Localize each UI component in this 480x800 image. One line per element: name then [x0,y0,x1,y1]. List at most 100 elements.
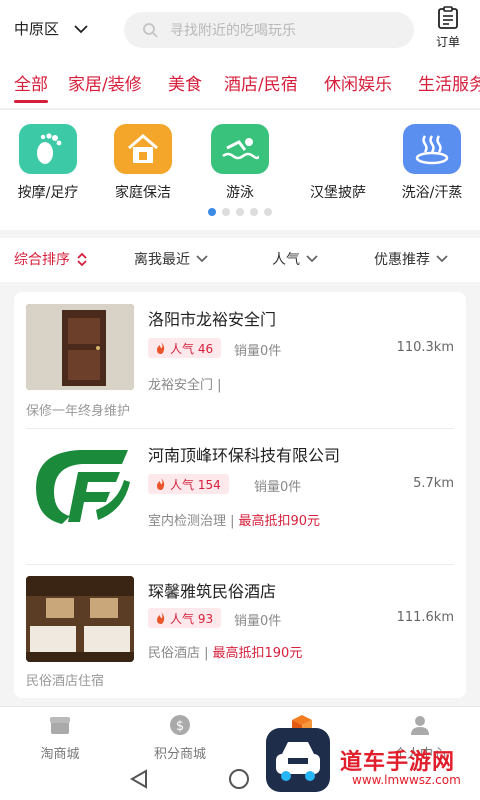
merchant-thumbnail [26,576,134,662]
filter-popularity[interactable]: 人气 [272,249,318,269]
service-massage[interactable]: 按摩/足疗 [3,124,93,202]
chevron-down-icon [436,255,448,263]
popularity-text: 人气 154 [170,477,221,492]
filter-nearest[interactable]: 离我最近 [134,249,208,269]
company-logo [26,440,134,526]
service-label: 游泳 [226,185,254,201]
popularity-badge: 人气 93 [148,608,222,628]
page-dot-active [208,208,216,216]
store-icon [50,717,70,734]
divider [26,428,454,429]
tab-all[interactable]: 全部 [14,70,48,103]
discount-highlight: 最高抵扣190元 [212,646,303,661]
location-label: 中原区 [14,20,60,38]
order-list-icon [438,6,458,29]
merchant-tag: 室内检测治理 | 最高抵扣90元 [148,510,320,529]
flame-icon [157,612,165,624]
swimmer-icon [211,124,269,174]
category-tabs: 全部 家居/装修 美食 酒店/民宿 休闲娱乐 生活服务 [0,60,480,110]
location-selector[interactable]: 中原区 [14,18,89,39]
service-bath[interactable]: 洗浴/汗蒸 [387,124,477,202]
page-dot [222,208,230,216]
watermark-url: www.lmwwsz.com [352,773,461,787]
distance: 110.3km [396,340,454,355]
tag-text: 民俗酒店 | [148,646,209,661]
tab-hotel[interactable]: 酒店/民宿 [224,70,298,95]
service-grid: 按摩/足疗 家庭保洁 游泳 汉堡披萨 洗浴/汗蒸 [0,110,480,230]
search-icon [143,23,158,38]
page-indicator [0,208,480,216]
user-icon [411,716,429,735]
tab-taobao-mall[interactable]: 淘商城 [20,713,100,762]
sales-count: 销量0件 [254,480,302,495]
home-icon[interactable] [228,768,250,790]
service-label: 洗浴/汗蒸 [401,185,463,201]
coin-icon: $ [170,715,190,735]
order-button[interactable]: 订单 [430,6,466,54]
filter-label: 离我最近 [134,252,190,268]
list-item[interactable]: 洛阳市龙裕安全门 人气 46 销量0件 110.3km 龙裕安全门 | 保修一年… [14,292,466,426]
service-label: 按摩/足疗 [17,185,79,201]
service-burger[interactable]: 汉堡披萨 [293,124,383,202]
merchant-title: 琛馨雅筑民俗酒店 [148,582,277,601]
popularity-text: 人气 93 [170,611,214,626]
page-dot [250,208,258,216]
merchant-desc: 保修一年终身维护 [26,404,131,419]
popularity-badge: 人气 46 [148,338,222,358]
tag-text: 室内检测治理 | [148,514,235,529]
distance: 5.7km [413,476,454,491]
divider [26,564,454,565]
burger-icon [309,124,367,174]
page-dot [264,208,272,216]
merchant-tag: 龙裕安全门 | [148,374,222,393]
merchant-list: 洛阳市龙裕安全门 人气 46 销量0件 110.3km 龙裕安全门 | 保修一年… [14,292,466,698]
svg-text:$: $ [176,719,184,734]
merchant-thumbnail [26,440,134,526]
filter-label: 优惠推荐 [374,252,430,268]
service-cleaning[interactable]: 家庭保洁 [98,124,188,202]
merchant-tag: 民俗酒店 | 最高抵扣190元 [148,642,302,661]
list-item[interactable]: 琛馨雅筑民俗酒店 人气 93 销量0件 111.6km 民俗酒店 | 最高抵扣19… [14,566,466,698]
flame-icon [157,478,165,490]
popularity-badge: 人气 154 [148,474,229,494]
chevron-down-icon [196,255,208,263]
list-item[interactable]: 河南顶峰环保科技有限公司 人气 154 销量0件 5.7km 室内检测治理 | 最… [14,430,466,564]
merchant-title: 洛阳市龙裕安全门 [148,310,277,329]
top-header: 中原区 寻找附近的吃喝玩乐 订单 [0,0,480,60]
merchant-desc: 民俗酒店住宿 [26,674,105,689]
watermark-logo [266,728,330,792]
sales-count: 销量0件 [234,614,282,629]
page-dot [236,208,244,216]
filter-label: 人气 [272,252,300,268]
tab-food[interactable]: 美食 [168,70,202,95]
tab-leisure[interactable]: 休闲娱乐 [324,70,392,95]
search-input[interactable]: 寻找附近的吃喝玩乐 [124,12,414,48]
back-icon[interactable] [128,768,150,790]
order-label: 订单 [435,35,460,49]
discount-highlight: 最高抵扣90元 [238,514,321,529]
footprint-icon [19,124,77,174]
service-label: 汉堡披萨 [310,185,366,201]
tag-text: 龙裕安全门 | [148,378,222,393]
filter-sort-default[interactable]: 综合排序 [14,249,88,269]
sort-arrows-icon [77,252,87,266]
flame-icon [157,342,165,354]
tab-life-service[interactable]: 生活服务 [418,70,480,95]
filter-discount[interactable]: 优惠推荐 [374,249,448,269]
house-icon [114,124,172,174]
filter-bar: 综合排序 离我最近 人气 优惠推荐 [0,230,480,282]
chevron-down-icon [306,255,318,263]
tab-points-mall[interactable]: $ 积分商城 [140,713,220,762]
hot-spring-icon [403,124,461,174]
tab-home-decoration[interactable]: 家居/装修 [68,70,142,95]
merchant-thumbnail [26,304,134,390]
distance: 111.6km [396,610,454,625]
service-label: 家庭保洁 [115,185,171,201]
filter-label: 综合排序 [14,252,70,268]
watermark-text: 道车手游网 [340,750,456,775]
sales-count: 销量0件 [234,344,282,359]
chevron-down-icon [74,24,88,33]
popularity-text: 人气 46 [170,341,214,356]
search-placeholder: 寻找附近的吃喝玩乐 [170,23,296,39]
service-swimming[interactable]: 游泳 [195,124,285,202]
